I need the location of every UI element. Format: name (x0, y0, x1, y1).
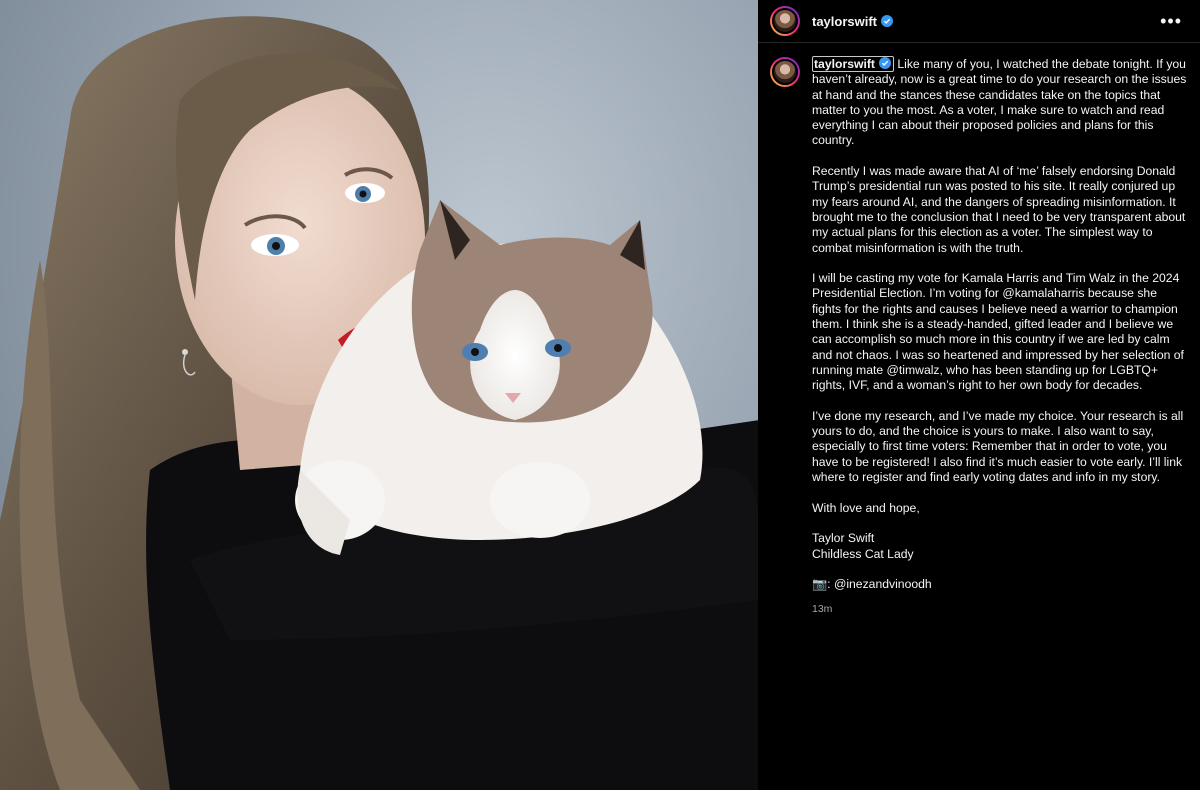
more-options-icon[interactable]: ••• (1160, 12, 1182, 30)
photo-illustration (0, 16, 758, 790)
caption-paragraph-2: Recently I was made aware that AI of ‘me… (812, 164, 1186, 255)
caption-text: taylorswift Like many of you, I watched … (812, 56, 1188, 592)
caption-paragraph-3: I will be casting my vote for Kamala Har… (812, 271, 1184, 393)
instagram-post-view: taylorswift ••• taylorswift Like many of… (0, 0, 1200, 790)
caption-closing: With love and hope, (812, 500, 920, 515)
post-photo[interactable] (0, 0, 758, 790)
profile-avatar-icon[interactable] (770, 6, 800, 36)
caption-username-link[interactable]: taylorswift (812, 56, 894, 72)
header-username[interactable]: taylorswift (812, 14, 877, 29)
caption-block: taylorswift Like many of you, I watched … (758, 43, 1200, 615)
photo-credit[interactable]: 📷: @inezandvinoodh (812, 577, 1188, 592)
signature-name: Taylor Swift (812, 531, 875, 546)
caption-verified-badge-icon (878, 57, 891, 69)
post-header: taylorswift ••• (758, 0, 1200, 43)
post-timestamp[interactable]: 13m (812, 603, 1188, 615)
signature-title: Childless Cat Lady (812, 546, 914, 561)
verified-badge-icon (881, 15, 894, 27)
post-sidebar: taylorswift ••• taylorswift Like many of… (758, 0, 1200, 790)
caption-paragraph-4: I’ve done my research, and I’ve made my … (812, 408, 1184, 485)
caption-avatar-icon[interactable] (770, 57, 800, 87)
